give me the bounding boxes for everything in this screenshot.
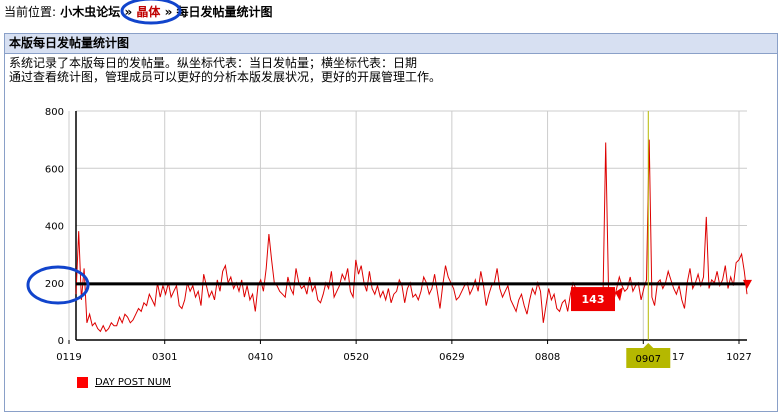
x-tick-label: 0629 — [439, 352, 464, 363]
y-tick-label: 600 — [45, 164, 64, 175]
x-tick-label-partial: 17 — [672, 352, 685, 363]
legend-swatch — [77, 377, 88, 388]
x-tick-label: 0301 — [152, 352, 177, 363]
daily-post-chart: 0 200 400 600 800 0119 0301 0410 0520 0629 0808 102… — [26, 0, 752, 368]
y-tick-label: 200 — [45, 279, 64, 290]
x-tick-label: 0119 — [56, 352, 81, 363]
date-marker-pointer — [643, 343, 654, 348]
y-tick-label: 0 — [58, 336, 64, 347]
x-tick-label: 0520 — [343, 352, 368, 363]
x-tick-label: 1027 — [726, 352, 751, 363]
value-tooltip-label: 143 — [582, 293, 605, 306]
y-tick-label: 800 — [45, 107, 64, 118]
date-marker-label: 0907 — [636, 354, 661, 365]
x-tick-label: 0410 — [248, 352, 273, 363]
x-tick-label: 0808 — [535, 352, 560, 363]
annotation-circle-board — [120, 0, 182, 25]
legend-label[interactable]: DAY POST NUM — [95, 377, 171, 389]
y-tick-label: 400 — [45, 222, 64, 233]
